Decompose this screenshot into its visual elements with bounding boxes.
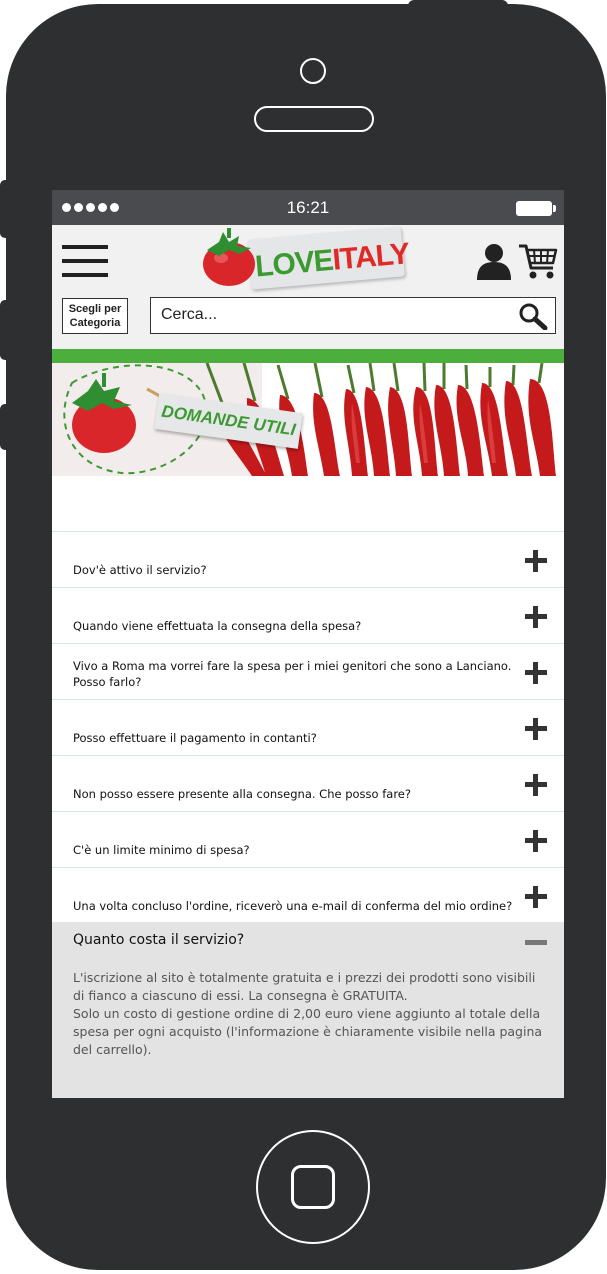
- green-divider-bar: [52, 349, 564, 363]
- faq-question: Vivo a Roma ma vorrei fare la spesa per …: [73, 659, 512, 689]
- faq-question: C'è un limite minimo di spesa?: [73, 843, 250, 857]
- faq-item[interactable]: Una volta concluso l'ordine, riceverò un…: [52, 867, 564, 923]
- plus-icon[interactable]: [525, 718, 547, 740]
- faq-answer-paragraph: L'iscrizione al sito è totalmente gratui…: [73, 970, 536, 1003]
- minus-icon[interactable]: [525, 940, 547, 945]
- faq-open-question: Quanto costa il servizio?: [73, 932, 245, 948]
- category-button-line2: Categoria: [69, 317, 121, 329]
- logo-text-italy: ITALY: [331, 237, 411, 277]
- plus-icon[interactable]: [525, 774, 547, 796]
- plus-icon[interactable]: [525, 606, 547, 628]
- choose-category-button[interactable]: Scegli per Categoria: [62, 298, 128, 334]
- faq-item[interactable]: Posso effettuare il pagamento in contant…: [52, 699, 564, 755]
- hamburger-menu-icon[interactable]: [62, 245, 108, 277]
- cart-icon[interactable]: [518, 242, 558, 280]
- faq-item[interactable]: Quando viene effettuata la consegna dell…: [52, 587, 564, 643]
- status-time: 16:21: [286, 198, 330, 217]
- user-icon[interactable]: [476, 242, 512, 280]
- battery-icon: [516, 201, 556, 216]
- search-input[interactable]: [151, 298, 511, 332]
- plus-icon[interactable]: [525, 830, 547, 852]
- faq-item[interactable]: Vivo a Roma ma vorrei fare la spesa per …: [52, 643, 564, 699]
- faq-question: Una volta concluso l'ordine, riceverò un…: [73, 899, 513, 913]
- faq-question: Dov'è attivo il servizio?: [73, 563, 207, 577]
- category-button-line1: Scegli per: [68, 303, 122, 315]
- faq-question: Quando viene effettuata la consegna dell…: [73, 619, 362, 633]
- faq-item[interactable]: C'è un limite minimo di spesa?: [52, 811, 564, 867]
- faq-list: Dov'è attivo il servizio? Quando viene e…: [52, 531, 564, 923]
- faq-question: Posso effettuare il pagamento in contant…: [73, 731, 317, 745]
- faq-question: Non posso essere presente alla consegna.…: [73, 787, 411, 801]
- home-square-icon: [291, 1165, 335, 1209]
- front-camera: [300, 58, 326, 84]
- home-button[interactable]: [256, 1130, 370, 1244]
- hero-banner: DOMANDE UTILI: [52, 363, 564, 476]
- plus-icon[interactable]: [525, 662, 547, 684]
- search-icon[interactable]: [518, 302, 548, 330]
- phone-screen: 16:21 LOVEITALY Scegli per Categoria Cer…: [52, 190, 564, 1098]
- faq-answer: L'iscrizione al sito è totalmente gratui…: [73, 969, 548, 1059]
- faq-answer-paragraph: Solo un costo di gestione ordine di 2,00…: [73, 1006, 543, 1057]
- faq-item-expanded[interactable]: Quanto costa il servizio? L'iscrizione a…: [52, 922, 564, 1098]
- earpiece-speaker: [254, 106, 374, 132]
- faq-item[interactable]: Dov'è attivo il servizio?: [52, 531, 564, 587]
- app-header: LOVEITALY Scegli per Categoria: [52, 225, 564, 349]
- plus-icon[interactable]: [525, 550, 547, 572]
- search-bar: [150, 297, 556, 334]
- logo-text-love: LOVE: [253, 243, 335, 284]
- faq-item[interactable]: Non posso essere presente alla consegna.…: [52, 755, 564, 811]
- chili-peppers-image: [63, 363, 556, 476]
- status-bar: 16:21: [52, 190, 564, 225]
- plus-icon[interactable]: [525, 886, 547, 908]
- loveitaly-logo[interactable]: LOVEITALY: [197, 226, 412, 292]
